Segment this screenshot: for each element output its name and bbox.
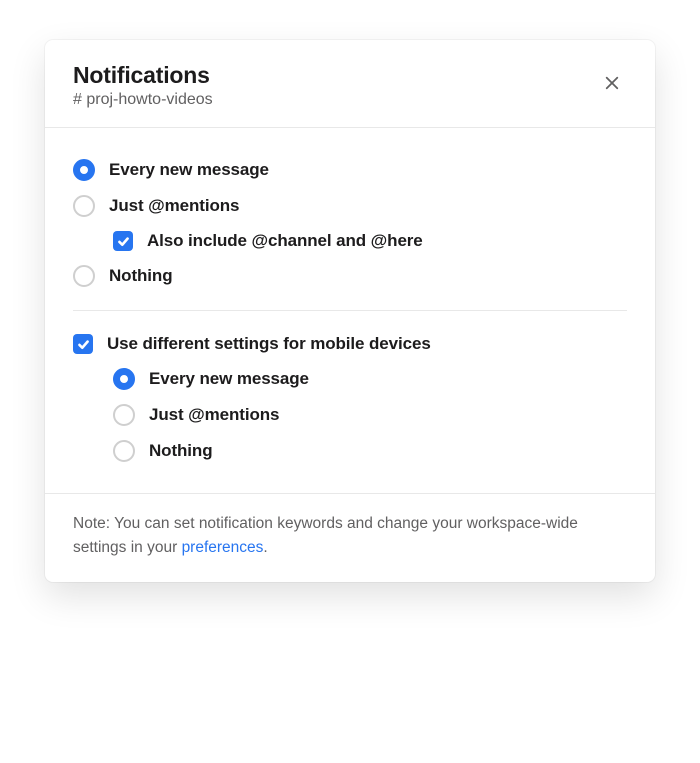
option-label: Every new message — [109, 160, 269, 180]
option-label: Just @mentions — [149, 405, 279, 425]
radio-selected-icon — [73, 159, 95, 181]
footer-note-prefix: Note: You can set notification keywords … — [73, 515, 578, 556]
radio-selected-icon — [113, 368, 135, 390]
radio-unselected-icon — [73, 195, 95, 217]
close-button[interactable] — [597, 68, 627, 101]
radio-option-every-message[interactable]: Every new message — [73, 152, 627, 188]
option-label: Nothing — [109, 266, 173, 286]
checkbox-checked-icon — [73, 334, 93, 354]
channel-hash: # — [73, 91, 82, 108]
radio-option-mobile-mentions[interactable]: Just @mentions — [113, 397, 627, 433]
option-label: Just @mentions — [109, 196, 239, 216]
option-label: Use different settings for mobile device… — [107, 334, 431, 354]
checkbox-option-mobile-different[interactable]: Use different settings for mobile device… — [73, 327, 627, 361]
radio-unselected-icon — [73, 265, 95, 287]
notifications-modal: Notifications # proj-howto-videos Every … — [45, 40, 655, 582]
checkbox-option-include-channel[interactable]: Also include @channel and @here — [113, 224, 627, 258]
checkbox-checked-icon — [113, 231, 133, 251]
radio-unselected-icon — [113, 404, 135, 426]
radio-unselected-icon — [113, 440, 135, 462]
modal-title: Notifications — [73, 62, 213, 89]
modal-body: Every new message Just @mentions Also in… — [45, 128, 655, 493]
modal-footer: Note: You can set notification keywords … — [45, 493, 655, 582]
channel-subtitle: # proj-howto-videos — [73, 91, 213, 109]
radio-option-mobile-every[interactable]: Every new message — [113, 361, 627, 397]
channel-name: proj-howto-videos — [86, 91, 212, 108]
section-divider — [73, 310, 627, 311]
footer-note-suffix: . — [263, 539, 267, 556]
option-label: Every new message — [149, 369, 309, 389]
option-label: Nothing — [149, 441, 213, 461]
close-icon — [603, 74, 621, 95]
option-label: Also include @channel and @here — [147, 231, 423, 251]
radio-option-nothing[interactable]: Nothing — [73, 258, 627, 294]
radio-option-just-mentions[interactable]: Just @mentions — [73, 188, 627, 224]
modal-header: Notifications # proj-howto-videos — [45, 40, 655, 128]
header-text: Notifications # proj-howto-videos — [73, 62, 213, 109]
radio-option-mobile-nothing[interactable]: Nothing — [113, 433, 627, 469]
preferences-link[interactable]: preferences — [182, 539, 264, 556]
